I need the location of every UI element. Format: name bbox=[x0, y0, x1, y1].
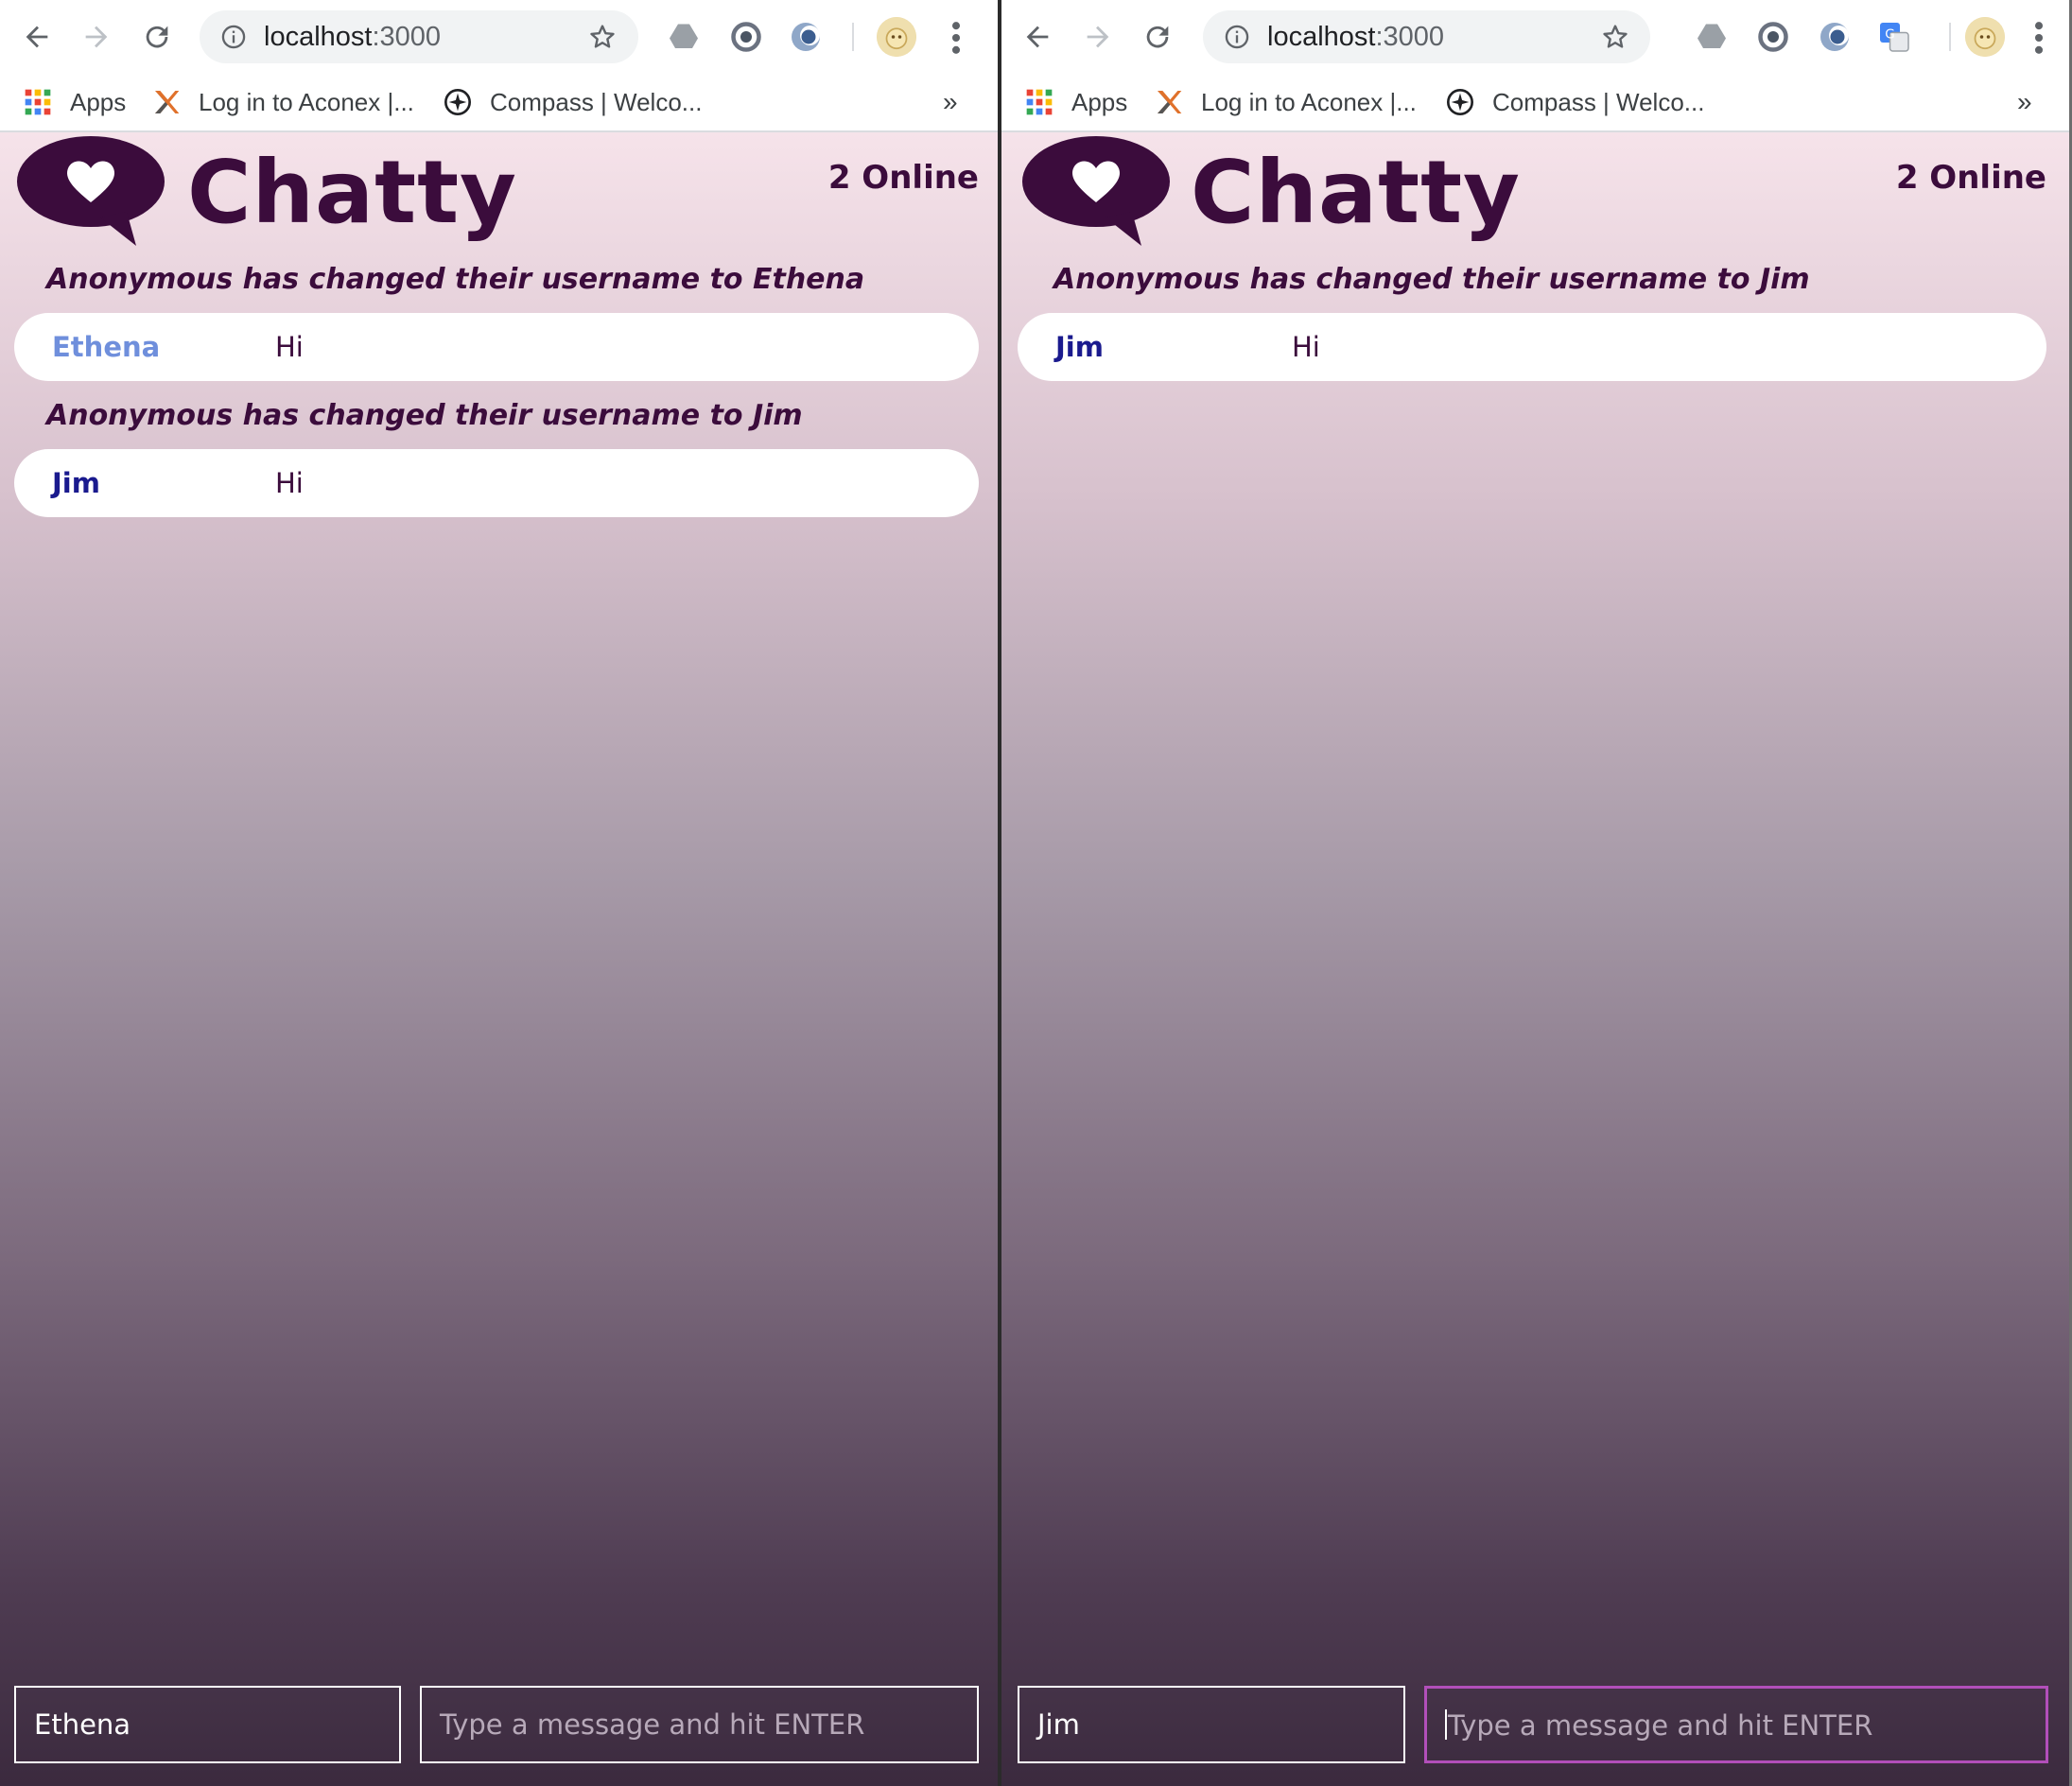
arrow-left-icon bbox=[26, 26, 48, 48]
chatty-app: Chatty 2 Online Anonymous has changed th… bbox=[1001, 132, 2069, 1786]
translate-icon: G bbox=[1880, 23, 1909, 52]
google-translate-extension[interactable]: G bbox=[1876, 19, 1912, 55]
online-count: 2 Online bbox=[1895, 159, 2046, 197]
arrow-left-icon bbox=[1026, 26, 1049, 48]
bookmark-apps[interactable]: Apps bbox=[1024, 74, 1127, 130]
message-username: Ethena bbox=[52, 331, 161, 363]
chat-heart-logo-icon bbox=[17, 136, 165, 246]
back-button[interactable] bbox=[1014, 13, 1061, 61]
target-icon bbox=[1758, 22, 1788, 52]
bookmark-star-icon[interactable] bbox=[1600, 22, 1630, 52]
bookmarks-overflow-button[interactable]: » bbox=[943, 87, 958, 117]
bookmark-aconex[interactable]: Log in to Aconex |... bbox=[1154, 74, 1417, 130]
reload-icon bbox=[146, 26, 168, 48]
reload-button[interactable] bbox=[133, 13, 181, 61]
chat-message: Jim Hi bbox=[14, 449, 979, 517]
svg-text:G: G bbox=[1885, 27, 1894, 43]
system-notification: Anonymous has changed their username to … bbox=[46, 399, 803, 432]
aconex-icon bbox=[155, 91, 180, 113]
arrow-right-icon bbox=[1087, 26, 1109, 48]
back-button[interactable] bbox=[13, 13, 61, 61]
username-input[interactable]: Jim bbox=[1018, 1686, 1405, 1763]
app-title: Chatty bbox=[1191, 142, 1522, 243]
app-title: Chatty bbox=[187, 142, 518, 243]
kebab-menu-icon[interactable] bbox=[942, 17, 970, 59]
chat-message: Jim Hi bbox=[1018, 313, 2046, 381]
message-input[interactable]: Type a message and hit ENTER bbox=[1424, 1686, 2048, 1763]
bookmarks-overflow-button[interactable]: » bbox=[2017, 87, 2032, 117]
bookmark-apps[interactable]: Apps bbox=[23, 74, 126, 130]
bookmark-label: Log in to Aconex |... bbox=[199, 87, 414, 116]
drive-icon bbox=[1698, 24, 1726, 48]
browser-window-right: localhost:3000 G Apps Log in to Aconex |… bbox=[1001, 0, 2072, 1786]
browser-toolbar: localhost:3000 G bbox=[1001, 0, 2069, 74]
info-icon[interactable] bbox=[1224, 24, 1250, 50]
avatar-icon bbox=[877, 17, 916, 57]
online-count: 2 Online bbox=[827, 159, 979, 197]
address-bar[interactable]: localhost:3000 bbox=[1203, 10, 1650, 63]
browser-window-left: localhost:3000 Apps Log in to Aconex |..… bbox=[0, 0, 998, 1786]
crescent-icon bbox=[792, 23, 820, 51]
toolbar-divider bbox=[1949, 23, 1951, 51]
compass-icon bbox=[1447, 89, 1473, 115]
bookmark-label: Log in to Aconex |... bbox=[1201, 87, 1417, 116]
forward-button[interactable] bbox=[73, 13, 120, 61]
message-content: Hi bbox=[275, 467, 304, 499]
drive-extension[interactable] bbox=[666, 19, 702, 55]
forward-button[interactable] bbox=[1074, 13, 1122, 61]
extension-button[interactable] bbox=[1755, 19, 1791, 55]
chat-message: Ethena Hi bbox=[14, 313, 979, 381]
url-text: localhost:3000 bbox=[1267, 22, 1445, 52]
crescent-icon bbox=[1820, 23, 1849, 51]
bookmark-label: Apps bbox=[70, 87, 127, 116]
avatar-icon bbox=[1965, 17, 2005, 57]
toolbar-divider bbox=[852, 23, 854, 51]
drive-icon bbox=[670, 24, 698, 48]
reload-icon bbox=[1146, 26, 1169, 48]
bookmark-label: Compass | Welco... bbox=[1492, 87, 1705, 116]
profile-avatar[interactable] bbox=[1965, 17, 2005, 57]
message-input[interactable]: Type a message and hit ENTER bbox=[420, 1686, 979, 1763]
bookmarks-bar: Apps Log in to Aconex |... Compass | Wel… bbox=[1001, 74, 2069, 132]
chat-heart-logo-icon bbox=[1022, 136, 1170, 246]
bookmark-label: Compass | Welco... bbox=[490, 87, 703, 116]
system-notification: Anonymous has changed their username to … bbox=[46, 263, 865, 296]
profile-avatar[interactable] bbox=[877, 17, 916, 57]
extension-button[interactable] bbox=[728, 19, 764, 55]
text-cursor bbox=[1445, 1709, 1447, 1740]
message-content: Hi bbox=[1292, 331, 1320, 363]
arrow-right-icon bbox=[85, 26, 108, 48]
bookmarks-bar: Apps Log in to Aconex |... Compass | Wel… bbox=[0, 74, 998, 132]
bookmark-aconex[interactable]: Log in to Aconex |... bbox=[151, 74, 414, 130]
address-bar[interactable]: localhost:3000 bbox=[200, 10, 638, 63]
info-icon[interactable] bbox=[220, 24, 247, 50]
url-text: localhost:3000 bbox=[264, 22, 442, 52]
bookmark-label: Apps bbox=[1071, 87, 1128, 116]
bookmark-compass[interactable]: Compass | Welco... bbox=[443, 74, 702, 130]
extension-button[interactable] bbox=[1817, 19, 1853, 55]
system-notification: Anonymous has changed their username to … bbox=[1053, 263, 1810, 296]
compass-icon bbox=[444, 89, 471, 115]
reload-button[interactable] bbox=[1134, 13, 1181, 61]
drive-extension[interactable] bbox=[1694, 19, 1730, 55]
extension-button[interactable] bbox=[788, 19, 824, 55]
apps-grid-icon bbox=[1026, 89, 1053, 115]
target-icon bbox=[731, 22, 761, 52]
username-input[interactable]: Ethena bbox=[14, 1686, 401, 1763]
bookmark-star-icon[interactable] bbox=[587, 22, 618, 52]
aconex-icon bbox=[1158, 91, 1182, 113]
message-placeholder: Type a message and hit ENTER bbox=[1448, 1709, 1873, 1742]
kebab-menu-icon[interactable] bbox=[2025, 17, 2053, 59]
message-username: Jim bbox=[52, 467, 100, 499]
bookmark-compass[interactable]: Compass | Welco... bbox=[1445, 74, 1704, 130]
browser-toolbar: localhost:3000 bbox=[0, 0, 998, 74]
chatty-app: Chatty 2 Online Anonymous has changed th… bbox=[0, 132, 998, 1786]
message-username: Jim bbox=[1055, 331, 1104, 363]
message-content: Hi bbox=[275, 331, 304, 363]
apps-grid-icon bbox=[25, 89, 51, 115]
